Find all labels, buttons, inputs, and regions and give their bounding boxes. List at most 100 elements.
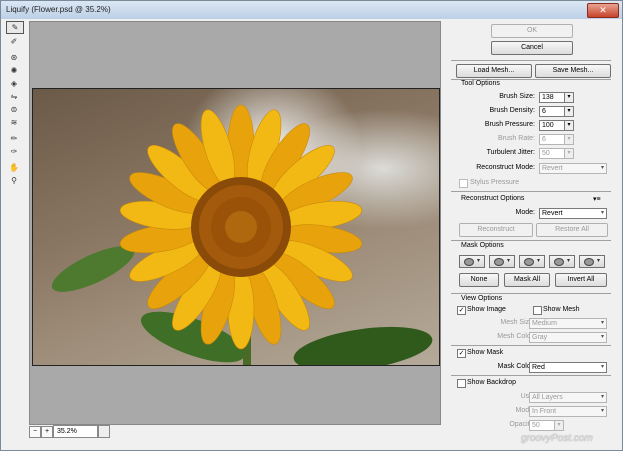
restore-all-button[interactable]: Restore All: [536, 223, 608, 237]
reconstruct-tool-icon[interactable]: ✐: [6, 36, 22, 47]
zoom-tool-icon[interactable]: ⚲: [6, 175, 22, 186]
invert-all-button[interactable]: Invert All: [555, 273, 607, 287]
show-mesh-label: Show Mesh: [543, 306, 580, 313]
twirl-clockwise-tool-icon[interactable]: ⊛: [6, 52, 22, 63]
mesh-size-select[interactable]: Medium ▾: [529, 318, 607, 329]
zoom-out-button[interactable]: −: [29, 426, 41, 438]
divider: [451, 375, 611, 376]
hand-tool-icon[interactable]: ✋: [6, 162, 22, 173]
thaw-mask-tool-icon[interactable]: ✑: [6, 146, 22, 157]
chevron-down-icon: ▾: [600, 364, 604, 370]
save-mesh-button[interactable]: Save Mesh...: [535, 64, 611, 78]
mask-all-button[interactable]: Mask All: [504, 273, 550, 287]
stylus-pressure-label: Stylus Pressure: [470, 179, 520, 186]
brush-size-dropdown[interactable]: ▾: [564, 92, 574, 103]
mode-value: Revert: [542, 210, 563, 217]
brush-density-dropdown[interactable]: ▾: [564, 106, 574, 117]
opacity-dropdown[interactable]: ▾: [554, 420, 564, 431]
divider: [451, 191, 611, 192]
reconstruct-mode-label: Reconstruct Mode:: [476, 164, 535, 171]
mask-color-value: Red: [532, 364, 545, 371]
turbulent-jitter-input[interactable]: 50: [539, 148, 565, 159]
title-bar[interactable]: Liquify (Flower.psd @ 35.2%) ✕: [1, 1, 622, 19]
mask-mode-group: ▾ ▾ ▾ ▾ ▾: [459, 255, 609, 268]
chevron-down-icon: ▾: [477, 258, 481, 264]
brush-size-input[interactable]: 138: [539, 92, 565, 103]
mask-invert-button[interactable]: ▾: [579, 255, 605, 268]
show-backdrop-label: Show Backdrop: [467, 379, 517, 386]
mask-add-icon: [494, 258, 504, 266]
turbulent-jitter-label: Turbulent Jitter:: [486, 149, 535, 156]
backdrop-mode-value: In Front: [532, 408, 557, 415]
use-select[interactable]: All Layers ▾: [529, 392, 607, 403]
zoom-dropdown[interactable]: [98, 425, 110, 438]
chevron-down-icon: ▾: [537, 258, 541, 264]
brush-pressure-dropdown[interactable]: ▾: [564, 120, 574, 131]
brush-rate-dropdown[interactable]: ▾: [564, 134, 574, 145]
tool-palette: ✎ ✐ ⊛ ✺ ◈ ⇋ ⊜ ≋ ✏ ✑ ✋ ⚲: [5, 21, 25, 421]
push-left-tool-icon[interactable]: ⇋: [6, 91, 22, 102]
brush-rate-label: Brush Rate:: [498, 135, 535, 142]
zoom-level-field[interactable]: 35.2%: [53, 425, 98, 438]
reconstruct-mode-dropdown[interactable]: Revert ▾: [539, 208, 607, 219]
brush-pressure-input[interactable]: 100: [539, 120, 565, 131]
status-bar: − + 35.2%: [29, 425, 439, 439]
brush-density-input[interactable]: 6: [539, 106, 565, 117]
chevron-down-icon: ▾: [600, 408, 604, 414]
sunflower-image[interactable]: [32, 88, 440, 366]
brush-rate-input[interactable]: 6: [539, 134, 565, 145]
load-mesh-button[interactable]: Load Mesh...: [456, 64, 532, 78]
window-title: Liquify (Flower.psd @ 35.2%): [6, 5, 111, 14]
chevron-down-icon: ▾: [567, 258, 571, 264]
mask-color-select[interactable]: Red ▾: [529, 362, 607, 373]
mask-none-button[interactable]: None: [459, 273, 499, 287]
close-button[interactable]: ✕: [587, 3, 619, 18]
mask-intersect-icon: [554, 258, 564, 266]
options-panel: OK Cancel Load Mesh... Save Mesh... Tool…: [451, 21, 619, 446]
use-value: All Layers: [532, 394, 563, 401]
ok-button[interactable]: OK: [491, 24, 573, 38]
mesh-color-select[interactable]: Gray ▾: [529, 332, 607, 343]
forward-warp-tool-icon[interactable]: ✎: [6, 21, 24, 34]
preview-canvas[interactable]: [29, 21, 441, 425]
cancel-button[interactable]: Cancel: [491, 41, 573, 55]
mask-intersect-button[interactable]: ▾: [549, 255, 575, 268]
brush-size-label: Brush Size:: [499, 93, 535, 100]
show-image-label: Show Image: [467, 306, 506, 313]
brush-density-label: Brush Density:: [489, 107, 535, 114]
stylus-pressure-checkbox[interactable]: [459, 179, 468, 188]
bloat-tool-icon[interactable]: ◈: [6, 78, 22, 89]
backdrop-mode-select[interactable]: In Front ▾: [529, 406, 607, 417]
chevron-down-icon: ▾: [600, 165, 604, 171]
mesh-color-value: Gray: [532, 334, 548, 341]
reconstruct-button[interactable]: Reconstruct: [459, 223, 533, 237]
show-backdrop-checkbox[interactable]: [457, 379, 466, 388]
view-options-heading: View Options: [461, 295, 503, 302]
show-mesh-checkbox[interactable]: [533, 306, 542, 315]
mask-replace-icon: [464, 258, 474, 266]
chevron-down-icon: ▾: [600, 334, 604, 340]
reconstruct-options-heading: Reconstruct Options: [461, 195, 525, 202]
zoom-in-button[interactable]: +: [41, 426, 53, 438]
mask-subtract-button[interactable]: ▾: [519, 255, 545, 268]
divider: [451, 60, 611, 61]
pucker-tool-icon[interactable]: ✺: [6, 65, 22, 76]
chevron-down-icon: ▾: [600, 210, 604, 216]
show-image-checkbox[interactable]: ✓: [457, 306, 466, 315]
mirror-tool-icon[interactable]: ⊜: [6, 104, 22, 115]
opacity-input[interactable]: 50: [529, 420, 555, 431]
mask-add-button[interactable]: ▾: [489, 255, 515, 268]
chevron-down-icon: ▾: [597, 258, 601, 264]
divider: [451, 345, 611, 346]
show-mask-checkbox[interactable]: ✓: [457, 349, 466, 358]
turbulence-tool-icon[interactable]: ≋: [6, 117, 22, 128]
turbulent-jitter-dropdown[interactable]: ▾: [564, 148, 574, 159]
freeze-mask-tool-icon[interactable]: ✏: [6, 133, 22, 144]
chevron-down-icon: ▾: [507, 258, 511, 264]
reconstruct-mode-select[interactable]: Revert ▾: [539, 163, 607, 174]
mask-invert-icon: [584, 258, 594, 266]
mask-replace-button[interactable]: ▾: [459, 255, 485, 268]
mode-label: Mode:: [515, 209, 535, 216]
sunflower-illustration: [51, 104, 433, 365]
panel-menu-icon[interactable]: ▾≡: [593, 195, 601, 203]
